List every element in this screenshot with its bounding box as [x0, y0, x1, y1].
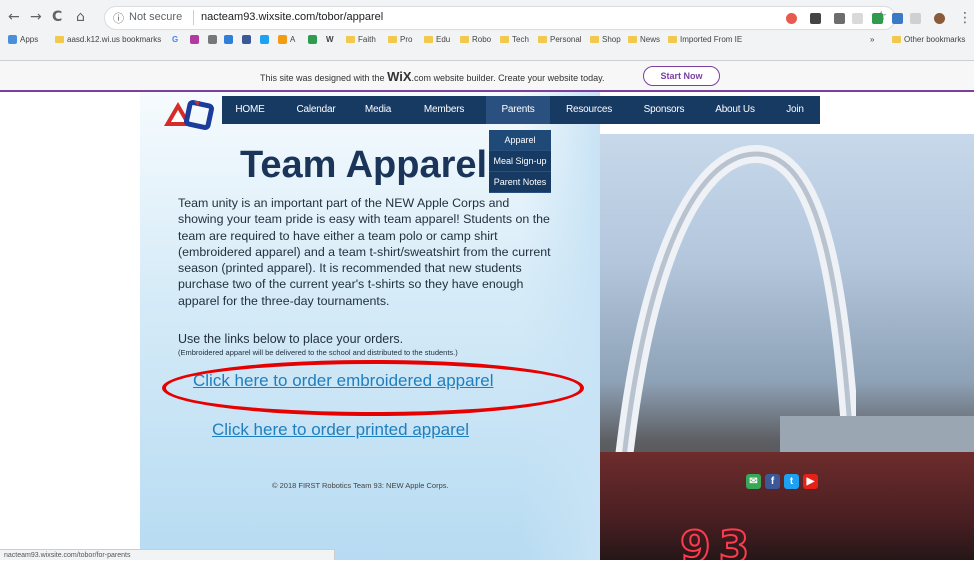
- bookmark-icon[interactable]: [242, 35, 251, 44]
- bookmark-folder[interactable]: Edu: [424, 35, 450, 44]
- reload-button[interactable]: C: [52, 9, 62, 25]
- bookmarks-bar: Apps aasd.k12.wi.us bookmarks G A W Fait…: [0, 31, 974, 51]
- avatar[interactable]: [934, 13, 945, 24]
- folder-icon: [460, 36, 469, 43]
- bookmark-apps[interactable]: Apps: [8, 35, 38, 44]
- url-text[interactable]: nacteam93.wixsite.com/tobor/apparel: [201, 11, 383, 23]
- divider: [193, 10, 194, 25]
- delivery-note: (Embroidered apparel will be delivered t…: [178, 348, 458, 357]
- folder-icon: [55, 36, 64, 43]
- wix-banner: This site was designed with the WiX.com …: [0, 61, 974, 92]
- extension-icon[interactable]: [810, 13, 821, 24]
- nav-home[interactable]: HOME: [222, 96, 278, 124]
- team-logo-icon[interactable]: [160, 98, 220, 132]
- bookmark-icon[interactable]: [224, 35, 233, 44]
- extension-icon[interactable]: [892, 13, 903, 24]
- bookmark-folder[interactable]: Personal: [538, 35, 582, 44]
- folder-icon: [346, 36, 355, 43]
- extension-icon[interactable]: [786, 13, 797, 24]
- page-title: Team Apparel: [240, 144, 488, 186]
- extension-icon[interactable]: [834, 13, 845, 24]
- youtube-icon[interactable]: ▶: [803, 474, 818, 489]
- home-button[interactable]: ⌂: [76, 9, 85, 25]
- neon-team-number: 93: [679, 521, 758, 560]
- wix-banner-text: This site was designed with the WiX.com …: [260, 69, 605, 84]
- team-crowd-image: [600, 452, 974, 560]
- order-instructions: Use the links below to place your orders…: [178, 332, 404, 346]
- parents-dropdown: Apparel Meal Sign-up Parent Notes: [489, 130, 551, 193]
- extension-icon[interactable]: [852, 13, 863, 24]
- folder-icon: [892, 36, 901, 43]
- nav-media[interactable]: Media: [354, 96, 402, 124]
- nav-sponsors[interactable]: Sponsors: [628, 96, 700, 124]
- folder-icon: [668, 36, 677, 43]
- page-content: HOME Calendar Media Members Parents Reso…: [0, 92, 974, 560]
- bookmark-folder[interactable]: News: [628, 35, 660, 44]
- dropdown-item-apparel[interactable]: Apparel: [489, 130, 551, 151]
- folder-icon: [424, 36, 433, 43]
- printed-apparel-link[interactable]: Click here to order printed apparel: [212, 420, 469, 440]
- site-nav: HOME Calendar Media Members Parents Reso…: [222, 96, 820, 124]
- bookmark-folder[interactable]: Tech: [500, 35, 529, 44]
- bookmark-folder[interactable]: Robo: [460, 35, 491, 44]
- address-bar[interactable]: ⓘ Not secure nacteam93.wixsite.com/tobor…: [104, 6, 896, 30]
- folder-icon: [500, 36, 509, 43]
- facebook-icon[interactable]: f: [765, 474, 780, 489]
- twitter-icon: [260, 35, 269, 44]
- wix-logo: WiX: [387, 69, 412, 84]
- bookmark-folder[interactable]: Pro: [388, 35, 412, 44]
- favicon-icon: [208, 35, 217, 44]
- team-photo: ✉ f t ▶ 93: [600, 134, 974, 560]
- menu-icon[interactable]: ⋮: [958, 10, 972, 26]
- building-image: [780, 416, 974, 456]
- nav-resources[interactable]: Resources: [550, 96, 628, 124]
- nav-join[interactable]: Join: [770, 96, 820, 124]
- favicon-icon: [190, 35, 199, 44]
- favicon-icon: [224, 35, 233, 44]
- status-bar: nacteam93.wixsite.com/tobor/for-parents: [0, 549, 335, 560]
- apps-icon: [8, 35, 17, 44]
- nav-parents[interactable]: Parents: [486, 96, 550, 124]
- copyright-footer: © 2018 FIRST Robotics Team 93: NEW Apple…: [272, 481, 449, 490]
- folder-icon: [628, 36, 637, 43]
- security-label: Not secure: [129, 11, 183, 23]
- social-links: ✉ f t ▶: [746, 474, 818, 489]
- bookmark-folder[interactable]: Shop: [590, 35, 621, 44]
- bookmark-folder[interactable]: Imported From IE: [668, 35, 742, 44]
- extension-icon[interactable]: [910, 13, 921, 24]
- back-button[interactable]: ←: [8, 9, 20, 25]
- bookmark-icon[interactable]: [308, 35, 317, 44]
- nav-members[interactable]: Members: [402, 96, 486, 124]
- bookmark-w[interactable]: W: [326, 35, 334, 44]
- dropdown-item-meal-signup[interactable]: Meal Sign-up: [489, 151, 551, 172]
- toolbar: ← → C ⌂ ⓘ Not secure nacteam93.wixsite.c…: [0, 4, 974, 30]
- bookmark-folder[interactable]: Other bookmarks: [892, 35, 965, 44]
- folder-icon: [590, 36, 599, 43]
- folder-icon: [538, 36, 547, 43]
- nav-calendar[interactable]: Calendar: [278, 96, 354, 124]
- bookmark-google[interactable]: G: [172, 35, 178, 44]
- info-icon[interactable]: ⓘ: [113, 10, 124, 26]
- email-icon[interactable]: ✉: [746, 474, 761, 489]
- bookmarks-overflow[interactable]: »: [870, 35, 874, 44]
- browser-chrome: ← → C ⌂ ⓘ Not secure nacteam93.wixsite.c…: [0, 0, 974, 61]
- intro-paragraph: Team unity is an important part of the N…: [178, 196, 551, 308]
- bookmark-a[interactable]: A: [278, 35, 295, 44]
- nav-about-us[interactable]: About Us: [700, 96, 770, 124]
- folder-icon: [388, 36, 397, 43]
- bookmark-folder[interactable]: Faith: [346, 35, 376, 44]
- highlight-circle: [162, 360, 584, 416]
- favicon-icon: [278, 35, 287, 44]
- facebook-icon: [242, 35, 251, 44]
- start-now-button[interactable]: Start Now: [643, 66, 720, 86]
- bookmark-icon[interactable]: [190, 35, 199, 44]
- bookmark-folder[interactable]: aasd.k12.wi.us bookmarks: [55, 35, 161, 44]
- favicon-icon: [308, 35, 317, 44]
- forward-button[interactable]: →: [30, 9, 42, 25]
- bookmark-icon[interactable]: [208, 35, 217, 44]
- extension-icon[interactable]: [872, 13, 883, 24]
- dropdown-item-parent-notes[interactable]: Parent Notes: [489, 172, 551, 193]
- twitter-icon[interactable]: t: [784, 474, 799, 489]
- bookmark-icon[interactable]: [260, 35, 269, 44]
